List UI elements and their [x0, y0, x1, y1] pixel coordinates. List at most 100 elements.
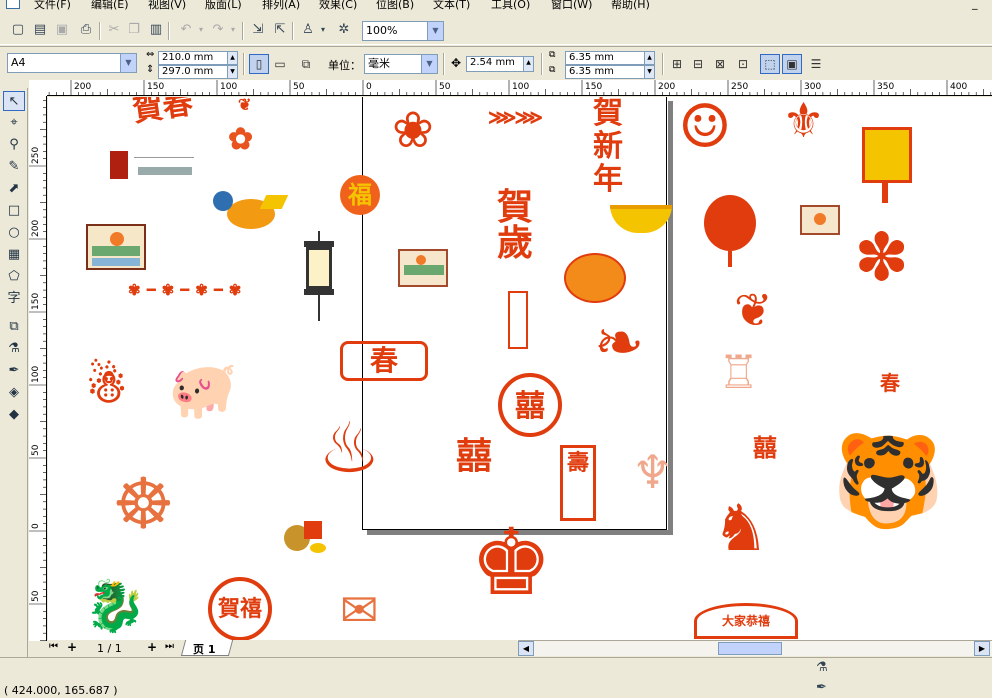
snap-to-objects-icon[interactable]: ⊠	[710, 54, 730, 74]
landscape-image-small[interactable]	[398, 249, 448, 287]
snap-to-grid-icon[interactable]: ⊞	[667, 54, 687, 74]
menu-edit[interactable]: 编辑(E)	[91, 0, 129, 12]
undo-icon[interactable]: ↶	[176, 20, 196, 40]
papercut-bird-ornament[interactable]: ❦	[238, 97, 251, 113]
spin-arrows-icon[interactable]: ▼	[644, 66, 654, 78]
open-icon[interactable]: ▤	[30, 20, 50, 40]
spin-arrows-icon[interactable]: ▲	[644, 52, 654, 64]
nudge-distance-field[interactable]: 2.54 mm ▲	[466, 56, 534, 72]
new-document-icon[interactable]: ▢	[8, 20, 28, 40]
chevron-down-icon[interactable]: ▼	[120, 54, 136, 72]
landscape-image[interactable]	[86, 224, 146, 270]
export-icon[interactable]: ⇱	[270, 20, 290, 40]
papercut-he-sui-calligraphy[interactable]: 賀歲	[492, 189, 538, 261]
options-icon[interactable]: ☰	[806, 54, 826, 74]
copy-icon[interactable]: ❐	[124, 20, 144, 40]
logo-image[interactable]	[110, 149, 196, 183]
gold-ingot-image[interactable]	[610, 201, 672, 237]
spin-arrows-icon[interactable]: ▲	[523, 57, 533, 71]
draw-objects-icon[interactable]: ▣	[782, 54, 802, 74]
paper-size-combo[interactable]: A4 ▼	[7, 53, 137, 73]
add-page-after-icon[interactable]: +	[147, 640, 157, 654]
add-page-before-icon[interactable]: +	[67, 640, 77, 654]
dynamic-guides-icon[interactable]: ⊡	[733, 54, 753, 74]
horizontal-scrollbar[interactable]: ◀ ▶	[518, 640, 992, 656]
minimize-button[interactable]: _	[972, 0, 978, 10]
page-width-field[interactable]: 210.0 mm ▲	[158, 51, 238, 65]
papercut-god-of-wealth[interactable]: ♚	[470, 517, 552, 609]
last-page-icon[interactable]: ⏭	[165, 641, 174, 652]
papercut-firecrackers[interactable]: ⋙⋙	[488, 107, 543, 127]
smart-fill-tool-icon[interactable]: ⬈	[3, 179, 25, 199]
papercut-tiger-small[interactable]: ♞	[712, 497, 769, 561]
menu-window[interactable]: 窗口(W)	[551, 0, 592, 12]
redo-dropdown-icon[interactable]: ▾	[228, 20, 238, 40]
papercut-lantern-corner[interactable]: ❦	[734, 287, 773, 333]
papercut-child-figure[interactable]: ☺	[678, 97, 732, 157]
papercut-tiger[interactable]: 🐯	[832, 437, 944, 527]
papercut-double-happiness-small[interactable]: 囍	[748, 431, 782, 465]
snap-to-guidelines-icon[interactable]: ⊟	[688, 54, 708, 74]
app-icon[interactable]	[6, 0, 20, 9]
papercut-corner-ornament[interactable]: ❧	[594, 313, 644, 373]
papercut-scroll-figure[interactable]: ✉	[340, 587, 379, 633]
interactive-blend-tool-icon[interactable]: ⧉	[3, 317, 25, 337]
fu-lantern-image[interactable]: 福	[340, 175, 380, 215]
outline-indicator-icon[interactable]: ✒	[816, 680, 827, 695]
launcher-dropdown-icon[interactable]: ▾	[318, 20, 328, 40]
redo-icon[interactable]: ↷	[208, 20, 228, 40]
red-lantern-image[interactable]	[704, 187, 756, 267]
page-tab[interactable]: 页 1	[193, 641, 215, 657]
chinese-knot[interactable]: ⚜	[782, 97, 825, 145]
palace-lantern-image[interactable]	[298, 231, 342, 323]
ellipse-tool-icon[interactable]: ○	[3, 223, 25, 243]
menu-bitmaps[interactable]: 位图(B)	[376, 0, 414, 12]
page-setup-icon[interactable]: ⧉	[296, 54, 316, 74]
papercut-boy-figure[interactable]: ☃	[86, 363, 127, 409]
first-page-icon[interactable]: ⏮	[49, 641, 58, 652]
sunset-image[interactable]	[800, 205, 840, 235]
units-combo[interactable]: 毫米 ▼	[364, 54, 438, 74]
papercut-he-calligraphy[interactable]: 賀新年	[588, 97, 628, 196]
cut-icon[interactable]: ✂	[104, 20, 124, 40]
ruler-origin[interactable]	[29, 80, 47, 96]
papercut-shou-panel[interactable]: 壽	[560, 445, 596, 521]
duplicate-y-field[interactable]: 6.35 mm ▼	[565, 65, 655, 79]
papercut-carp[interactable]: ❀	[392, 105, 434, 155]
money-bag-image[interactable]	[274, 517, 334, 559]
golden-carp-image[interactable]	[213, 189, 289, 239]
basic-shapes-tool-icon[interactable]: ⬠	[3, 267, 25, 287]
drawing-canvas[interactable]: 賀春 ❦ ✿ ✾━✾━✾━✾ ☃ 🐖 ☸ 🐉 賀禧 福 ❀ ⋙⋙ 賀新年 賀歲	[48, 97, 992, 641]
papercut-peach-branch[interactable]: ✽	[854, 225, 909, 291]
scrollbar-thumb[interactable]	[718, 642, 782, 655]
rectangle-tool-icon[interactable]: □	[3, 201, 25, 221]
eyedropper-tool-icon[interactable]: ⚗	[3, 339, 25, 359]
treat-as-filled-icon[interactable]: ⬚	[760, 54, 780, 74]
corel-online-icon[interactable]: ✲	[334, 20, 354, 40]
menu-effects[interactable]: 效果(C)	[319, 0, 357, 12]
print-icon[interactable]: ⎙	[76, 20, 96, 40]
import-icon[interactable]: ⇲	[248, 20, 268, 40]
portrait-icon[interactable]: ▯	[249, 54, 269, 74]
fill-tool-icon[interactable]: ◈	[3, 383, 25, 403]
papercut-shrimp-vase[interactable]: ♨	[318, 413, 381, 483]
papercut-faded-figure[interactable]: ♆	[632, 449, 673, 495]
menu-file[interactable]: 文件(F)	[34, 0, 71, 12]
grid-tool-icon[interactable]: ▦	[3, 245, 25, 265]
papercut-immortal-figure[interactable]: ☸	[112, 469, 175, 539]
vertical-ruler[interactable]: 250 200 150 100 50 0 50	[29, 96, 47, 641]
papercut-banner[interactable]: 大家恭禧	[694, 603, 798, 639]
menu-view[interactable]: 视图(V)	[148, 0, 186, 12]
text-tool-icon[interactable]: 字	[3, 289, 25, 309]
app-launcher-icon[interactable]: ♙	[298, 20, 318, 40]
menu-text[interactable]: 文本(T)	[433, 0, 470, 12]
undo-dropdown-icon[interactable]: ▾	[196, 20, 206, 40]
save-icon[interactable]: ▣	[52, 20, 72, 40]
gold-palace-lantern[interactable]	[852, 117, 922, 203]
horizontal-ruler[interactable]: 200 150 100 50 0 50 100 150 200 250 300 350 400	[47, 80, 992, 96]
orange-lantern-image[interactable]	[564, 253, 626, 305]
papercut-faded-figure-right[interactable]: ♖	[718, 349, 759, 395]
chevron-down-icon[interactable]: ▼	[421, 55, 437, 73]
spin-arrows-icon[interactable]: ▼	[227, 66, 237, 78]
landscape-icon[interactable]: ▭	[270, 54, 290, 74]
